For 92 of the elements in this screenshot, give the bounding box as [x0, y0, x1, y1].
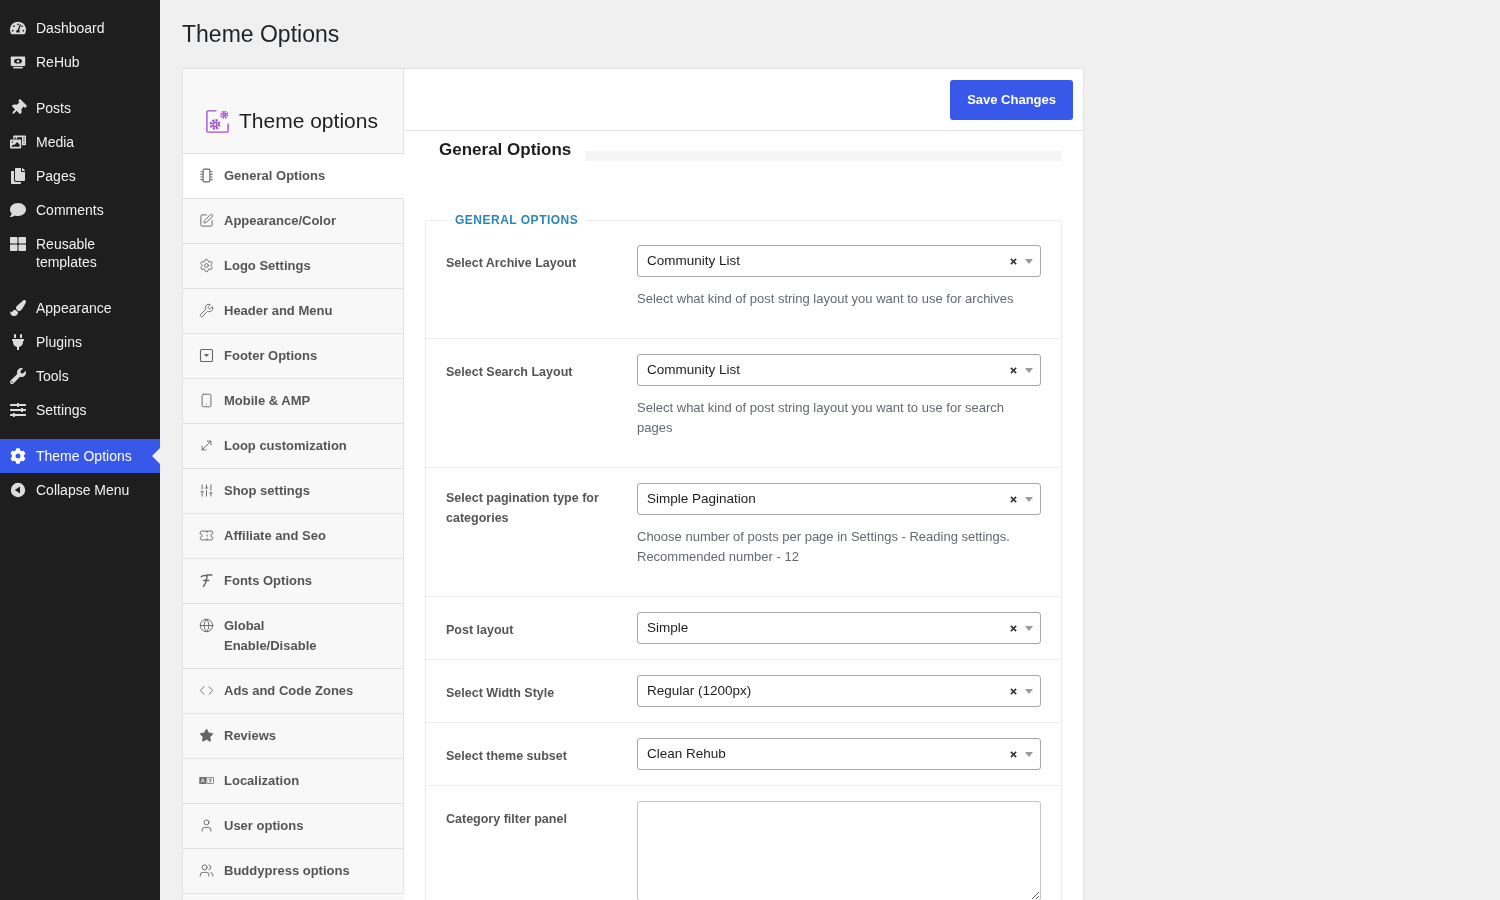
current-arrow-icon [152, 448, 160, 464]
clear-icon[interactable] [1010, 687, 1017, 695]
menu-item[interactable]: Reusable templates [0, 227, 160, 279]
tab[interactable]: Shop settings [183, 469, 404, 514]
caret-icon [1025, 496, 1033, 502]
ticket-icon [199, 528, 214, 543]
tab[interactable]: Header and Menu [183, 289, 404, 334]
field-label: Select Width Style [446, 685, 555, 702]
tab[interactable]: Footer Options [183, 334, 404, 379]
menu-item[interactable]: Media [0, 125, 160, 159]
smartphone-icon [199, 393, 214, 408]
globe-icon [199, 618, 214, 633]
section-title: General Options [439, 139, 573, 161]
menu-item[interactable]: ReHub [0, 45, 160, 79]
user-icon [199, 818, 214, 833]
caret-icon [1025, 367, 1033, 373]
tab[interactable]: Ads and Code Zones [183, 669, 404, 714]
save-button[interactable]: Save Changes [950, 79, 1073, 120]
settings-icon [199, 258, 214, 273]
code-icon [199, 683, 214, 698]
media-icon [10, 134, 26, 150]
menu-item[interactable]: Dashboard [0, 11, 160, 45]
pin-icon [10, 100, 26, 116]
menu-item[interactable]: Settings [0, 393, 160, 427]
textarea-field[interactable] [637, 801, 1041, 900]
tab[interactable]: Localization [183, 759, 404, 804]
clear-icon[interactable] [1010, 624, 1017, 632]
tab[interactable]: Affiliate and Seo [183, 514, 404, 559]
wrench-icon [10, 368, 26, 384]
sliders-icon [10, 402, 26, 418]
select-field[interactable]: Community List [637, 354, 1041, 386]
field-label: Post layout [446, 622, 514, 639]
select-field[interactable]: Regular (1200px) [637, 675, 1041, 707]
menu-item[interactable]: Pages [0, 159, 160, 193]
chip-icon [199, 168, 214, 183]
menu-item[interactable]: Comments [0, 193, 160, 227]
select-field[interactable]: Clean Rehub [637, 738, 1041, 770]
plug-icon [10, 334, 26, 350]
select-field[interactable]: Simple [637, 612, 1041, 644]
paintbrush-icon [10, 300, 26, 316]
select-field[interactable]: Community List [637, 245, 1041, 277]
users-icon [199, 863, 214, 878]
grid-icon [10, 236, 26, 252]
logo-gears-icon [204, 107, 231, 135]
clear-icon[interactable] [1010, 750, 1017, 758]
pages-icon [10, 168, 26, 184]
field-description: Select what kind of post string layout you want to use for search pages [637, 399, 1006, 437]
field-label: Select Search Layout [446, 364, 573, 381]
panel-title: Theme options [239, 108, 378, 134]
caret-icon [1025, 625, 1033, 631]
caret-icon [1025, 258, 1033, 264]
tab[interactable]: Loop customization [183, 424, 404, 469]
clear-icon[interactable] [1010, 495, 1017, 503]
tab[interactable]: Global Enable/Disable [183, 604, 404, 669]
tab[interactable]: Mobile & AMP [183, 379, 404, 424]
select-field[interactable]: Simple Pagination [637, 483, 1041, 515]
field-label: Select theme subset [446, 748, 567, 765]
clear-icon[interactable] [1010, 257, 1017, 265]
tab[interactable]: Reviews [183, 714, 404, 759]
tab[interactable]: Fonts Options [183, 559, 404, 604]
monitor-eye-icon [10, 54, 26, 70]
fieldset-legend: GENERAL OPTIONS [447, 211, 587, 229]
collapse-menu-button[interactable]: Collapse Menu [0, 473, 160, 507]
page-title: Theme Options [182, 20, 341, 49]
caret-icon [1025, 751, 1033, 757]
field-label: Select pagination type for categories [446, 490, 600, 527]
field-description: Select what kind of post string layout you want to use for archives [637, 290, 1015, 308]
menu-item[interactable]: Theme Options [0, 439, 160, 473]
settings-icon [10, 448, 26, 464]
field-label: Category filter panel [446, 811, 567, 828]
menu-item[interactable]: Tools [0, 359, 160, 393]
star-icon [199, 728, 214, 743]
tab[interactable]: Appearance/Color [183, 199, 404, 244]
diagonal-arrows-icon [199, 438, 214, 453]
menu-item[interactable]: Appearance [0, 291, 160, 325]
wrench-icon [199, 303, 214, 318]
menu-item[interactable]: Posts [0, 91, 160, 125]
edit-icon [199, 213, 214, 228]
field-description: Choose number of posts per page in Settings - Reading settings. Recommended number - 12 [637, 528, 1011, 566]
tab[interactable]: User options [183, 804, 404, 849]
sliders-icon [199, 483, 214, 498]
clear-icon[interactable] [1010, 366, 1017, 374]
caret-icon [1025, 688, 1033, 694]
tab[interactable]: General Options [183, 154, 404, 199]
menu-item[interactable]: Plugins [0, 325, 160, 359]
field-label: Select Archive Layout [446, 255, 577, 272]
script-f-icon [199, 573, 214, 588]
tab[interactable]: Logo Settings [183, 244, 404, 289]
tab[interactable]: Buddypress options [183, 849, 404, 894]
speech-bubble-icon [10, 202, 26, 218]
dropdown-box-icon [199, 348, 214, 363]
gauge-icon [10, 20, 26, 36]
